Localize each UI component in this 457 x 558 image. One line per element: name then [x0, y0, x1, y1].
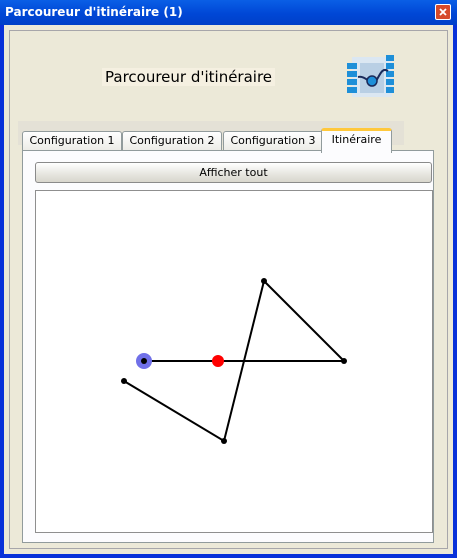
start-marker-center: [141, 358, 147, 364]
window-client-area: Parcoureur d'itinéraire Configuration 1 …: [4, 25, 453, 554]
route-plot: [121, 278, 347, 444]
app-window: Parcoureur d'itinéraire (1) Parcoureur d…: [0, 0, 457, 558]
show-all-button[interactable]: Afficher tout: [35, 162, 432, 183]
title-bar[interactable]: Parcoureur d'itinéraire (1): [0, 0, 457, 25]
page-title: Parcoureur d'itinéraire: [102, 68, 276, 86]
route-waypoint[interactable]: [221, 438, 227, 444]
tab-itineraire[interactable]: Itinéraire: [321, 128, 392, 153]
close-button[interactable]: [435, 4, 451, 20]
tab-configuration-3[interactable]: Configuration 3: [223, 131, 323, 151]
route-waypoint[interactable]: [261, 278, 267, 284]
route-map-icon: [347, 55, 394, 97]
itinerary-tab-panel: Afficher tout: [22, 150, 434, 543]
tab-configuration-1[interactable]: Configuration 1: [22, 131, 122, 151]
route-waypoint[interactable]: [121, 378, 127, 384]
close-icon: [439, 8, 447, 16]
main-panel: Parcoureur d'itinéraire Configuration 1 …: [9, 30, 448, 549]
route-waypoint[interactable]: [341, 358, 347, 364]
window-title: Parcoureur d'itinéraire (1): [5, 5, 183, 19]
route-path: [123, 279, 347, 443]
current-position-marker[interactable]: [212, 355, 224, 367]
route-canvas[interactable]: [35, 190, 433, 533]
tab-configuration-2[interactable]: Configuration 2: [122, 131, 222, 151]
